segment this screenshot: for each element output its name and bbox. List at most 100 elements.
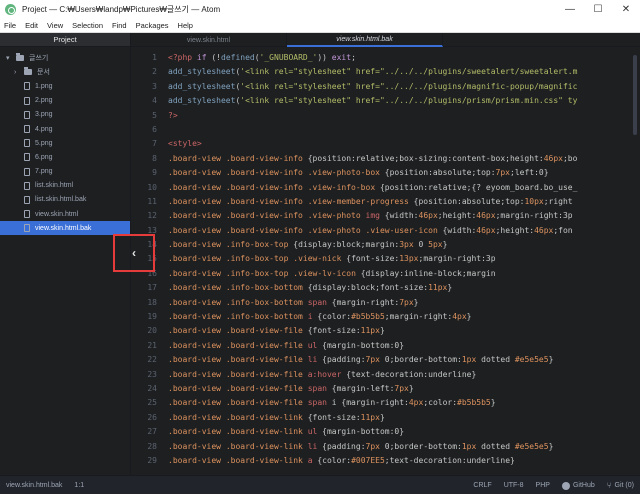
tree-file-item[interactable]: list.skin.html.bak — [0, 193, 130, 207]
tree-file-item[interactable]: 3.png — [0, 108, 130, 122]
file-icon — [24, 139, 30, 148]
line-number: 10 — [147, 182, 157, 192]
title-bar: Project — C:₩Users₩landp₩Pictures₩글쓰기 — … — [0, 0, 640, 19]
tab-bar: view.skin.html view.skin.html.bak — [131, 33, 640, 47]
tree-file-item[interactable]: 4.png — [0, 122, 130, 136]
tree-root-folder[interactable]: ▾ 글쓰기 — [0, 51, 130, 65]
file-icon — [24, 125, 30, 134]
menu-find[interactable]: Find — [108, 21, 132, 30]
status-file-path[interactable]: view.skin.html.bak — [6, 482, 62, 489]
code-line[interactable]: .board-view .board-view-info .view-info-… — [168, 181, 640, 195]
code-area[interactable]: <?php if (!defined('_GNUBOARD_')) exit; a… — [168, 51, 640, 468]
tree-file-label: 4.png — [35, 125, 53, 133]
tree-file-item[interactable]: 1.png — [0, 79, 130, 93]
menu-selection[interactable]: Selection — [68, 21, 108, 30]
tab-view-skin-html-bak[interactable]: view.skin.html.bak — [287, 33, 443, 47]
status-bar: view.skin.html.bak 1:1 CRLF UTF-8 PHP Gi… — [0, 475, 640, 494]
file-icon — [24, 195, 30, 204]
status-line-ending[interactable]: CRLF — [473, 482, 491, 489]
code-line[interactable]: add_stylesheet('<link rel="stylesheet" h… — [168, 80, 640, 94]
code-line[interactable]: .board-view .board-view-file span i {mar… — [168, 396, 640, 410]
folder-icon — [24, 67, 32, 76]
tree-file-label: view.skin.html — [35, 210, 79, 218]
status-github-label: GitHub — [572, 482, 595, 489]
tree-view-header[interactable]: Project — [0, 33, 130, 47]
line-number: 6 — [152, 124, 157, 134]
status-cursor-position[interactable]: 1:1 — [74, 482, 84, 489]
status-git[interactable]: ⑂ Git (0) — [607, 481, 634, 490]
code-line[interactable]: .board-view .board-view-file span {margi… — [168, 382, 640, 396]
code-line[interactable]: .board-view .info-box-top .view-nick {fo… — [168, 252, 640, 266]
folder-icon — [16, 53, 24, 62]
code-line[interactable]: .board-view .board-view-file {font-size:… — [168, 324, 640, 338]
code-line[interactable]: .board-view .board-view-info {position:r… — [168, 152, 640, 166]
code-line[interactable]: .board-view .info-box-bottom span {margi… — [168, 296, 640, 310]
code-line[interactable]: .board-view .board-view-info .view-photo… — [168, 224, 640, 238]
code-line[interactable]: add_stylesheet('<link rel="stylesheet" h… — [168, 94, 640, 108]
code-line[interactable]: .board-view .info-box-bottom i {color:#b… — [168, 310, 640, 324]
line-number: 24 — [147, 383, 157, 393]
code-line[interactable]: .board-view .info-box-top {display:block… — [168, 238, 640, 252]
menu-packages[interactable]: Packages — [132, 21, 174, 30]
code-line[interactable]: .board-view .board-view-info .view-membe… — [168, 195, 640, 209]
tab-view-skin-html[interactable]: view.skin.html — [131, 33, 287, 47]
code-line[interactable]: .board-view .board-view-file a:hover {te… — [168, 368, 640, 382]
text-editor[interactable]: 1 2 3 4 5 6 7 8 9 10 11 12 13 14 15 16 17 18 19 20 21 22 23 24 2… — [131, 47, 640, 475]
tree-file-item[interactable]: view.skin.html — [0, 207, 130, 221]
status-encoding[interactable]: UTF-8 — [504, 482, 524, 489]
tree-toggle-highlight[interactable]: ‹ — [113, 234, 155, 272]
code-line[interactable]: .board-view .board-view-link ul {margin-… — [168, 425, 640, 439]
close-button[interactable]: ✕ — [612, 0, 640, 19]
line-number: 28 — [147, 441, 157, 451]
tree-file-item[interactable]: 7.png — [0, 165, 130, 179]
code-line[interactable]: .board-view .board-view-link {font-size:… — [168, 411, 640, 425]
code-line[interactable]: ?> — [168, 109, 640, 123]
code-line[interactable]: .board-view .board-view-info .view-photo… — [168, 166, 640, 180]
line-number: 17 — [147, 283, 157, 293]
line-number: 27 — [147, 427, 157, 437]
code-line[interactable]: .board-view .info-box-top .view-lv-icon … — [168, 267, 640, 281]
code-line[interactable] — [168, 123, 640, 137]
code-line[interactable]: .board-view .info-box-bottom {display:bl… — [168, 281, 640, 295]
chevron-down-icon: ▾ — [6, 55, 10, 63]
line-number: 25 — [147, 398, 157, 408]
tree-folder-label: 문서 — [37, 69, 50, 77]
menu-edit[interactable]: Edit — [21, 21, 43, 30]
tree-file-item[interactable]: view.skin.html.bak — [0, 221, 130, 236]
tree-file-label: 3.png — [35, 111, 53, 119]
tree-folder-docs[interactable]: › 문서 — [0, 65, 130, 79]
tree-file-item[interactable]: list.skin.html — [0, 179, 130, 193]
code-line[interactable]: <?php if (!defined('_GNUBOARD_')) exit; — [168, 51, 640, 65]
tree-file-item[interactable]: 5.png — [0, 136, 130, 150]
code-line[interactable]: .board-view .board-view-file ul {margin-… — [168, 339, 640, 353]
tree-file-label: 7.png — [35, 168, 53, 176]
code-line[interactable]: .board-view .board-view-link li {padding… — [168, 440, 640, 454]
status-grammar[interactable]: PHP — [536, 482, 550, 489]
menu-help[interactable]: Help — [174, 21, 198, 30]
line-number: 7 — [152, 139, 157, 149]
tree-file-item[interactable]: 6.png — [0, 150, 130, 164]
tree-file-label: 5.png — [35, 139, 53, 147]
line-number: 29 — [147, 455, 157, 465]
minimize-button[interactable]: — — [556, 0, 584, 19]
menu-file[interactable]: File — [0, 21, 21, 30]
code-line[interactable]: add_stylesheet('<link rel="stylesheet" h… — [168, 65, 640, 79]
file-icon — [24, 82, 30, 91]
git-branch-icon: ⑂ — [606, 481, 612, 490]
tree-file-label: 2.png — [35, 97, 53, 105]
status-github[interactable]: GitHub — [561, 481, 595, 490]
menu-view[interactable]: View — [43, 21, 68, 30]
line-number: 19 — [147, 312, 157, 322]
maximize-button[interactable]: ☐ — [584, 0, 612, 19]
code-line[interactable]: .board-view .board-view-info .view-photo… — [168, 209, 640, 223]
line-number: 1 — [152, 53, 157, 62]
code-line[interactable]: .board-view .board-view-link a {color:#0… — [168, 454, 640, 468]
tree-view: Project ▾ 글쓰기 › 문서 1.png 2.png 3.png 4.png 5… — [0, 33, 131, 475]
code-line[interactable]: .board-view .board-view-file li {padding… — [168, 353, 640, 367]
line-number: 26 — [147, 412, 157, 422]
vertical-scrollbar[interactable] — [633, 55, 637, 135]
chevron-right-icon: › — [14, 68, 17, 76]
line-number: 3 — [152, 81, 157, 91]
code-line[interactable]: <style> — [168, 137, 640, 151]
tree-file-item[interactable]: 2.png — [0, 94, 130, 108]
